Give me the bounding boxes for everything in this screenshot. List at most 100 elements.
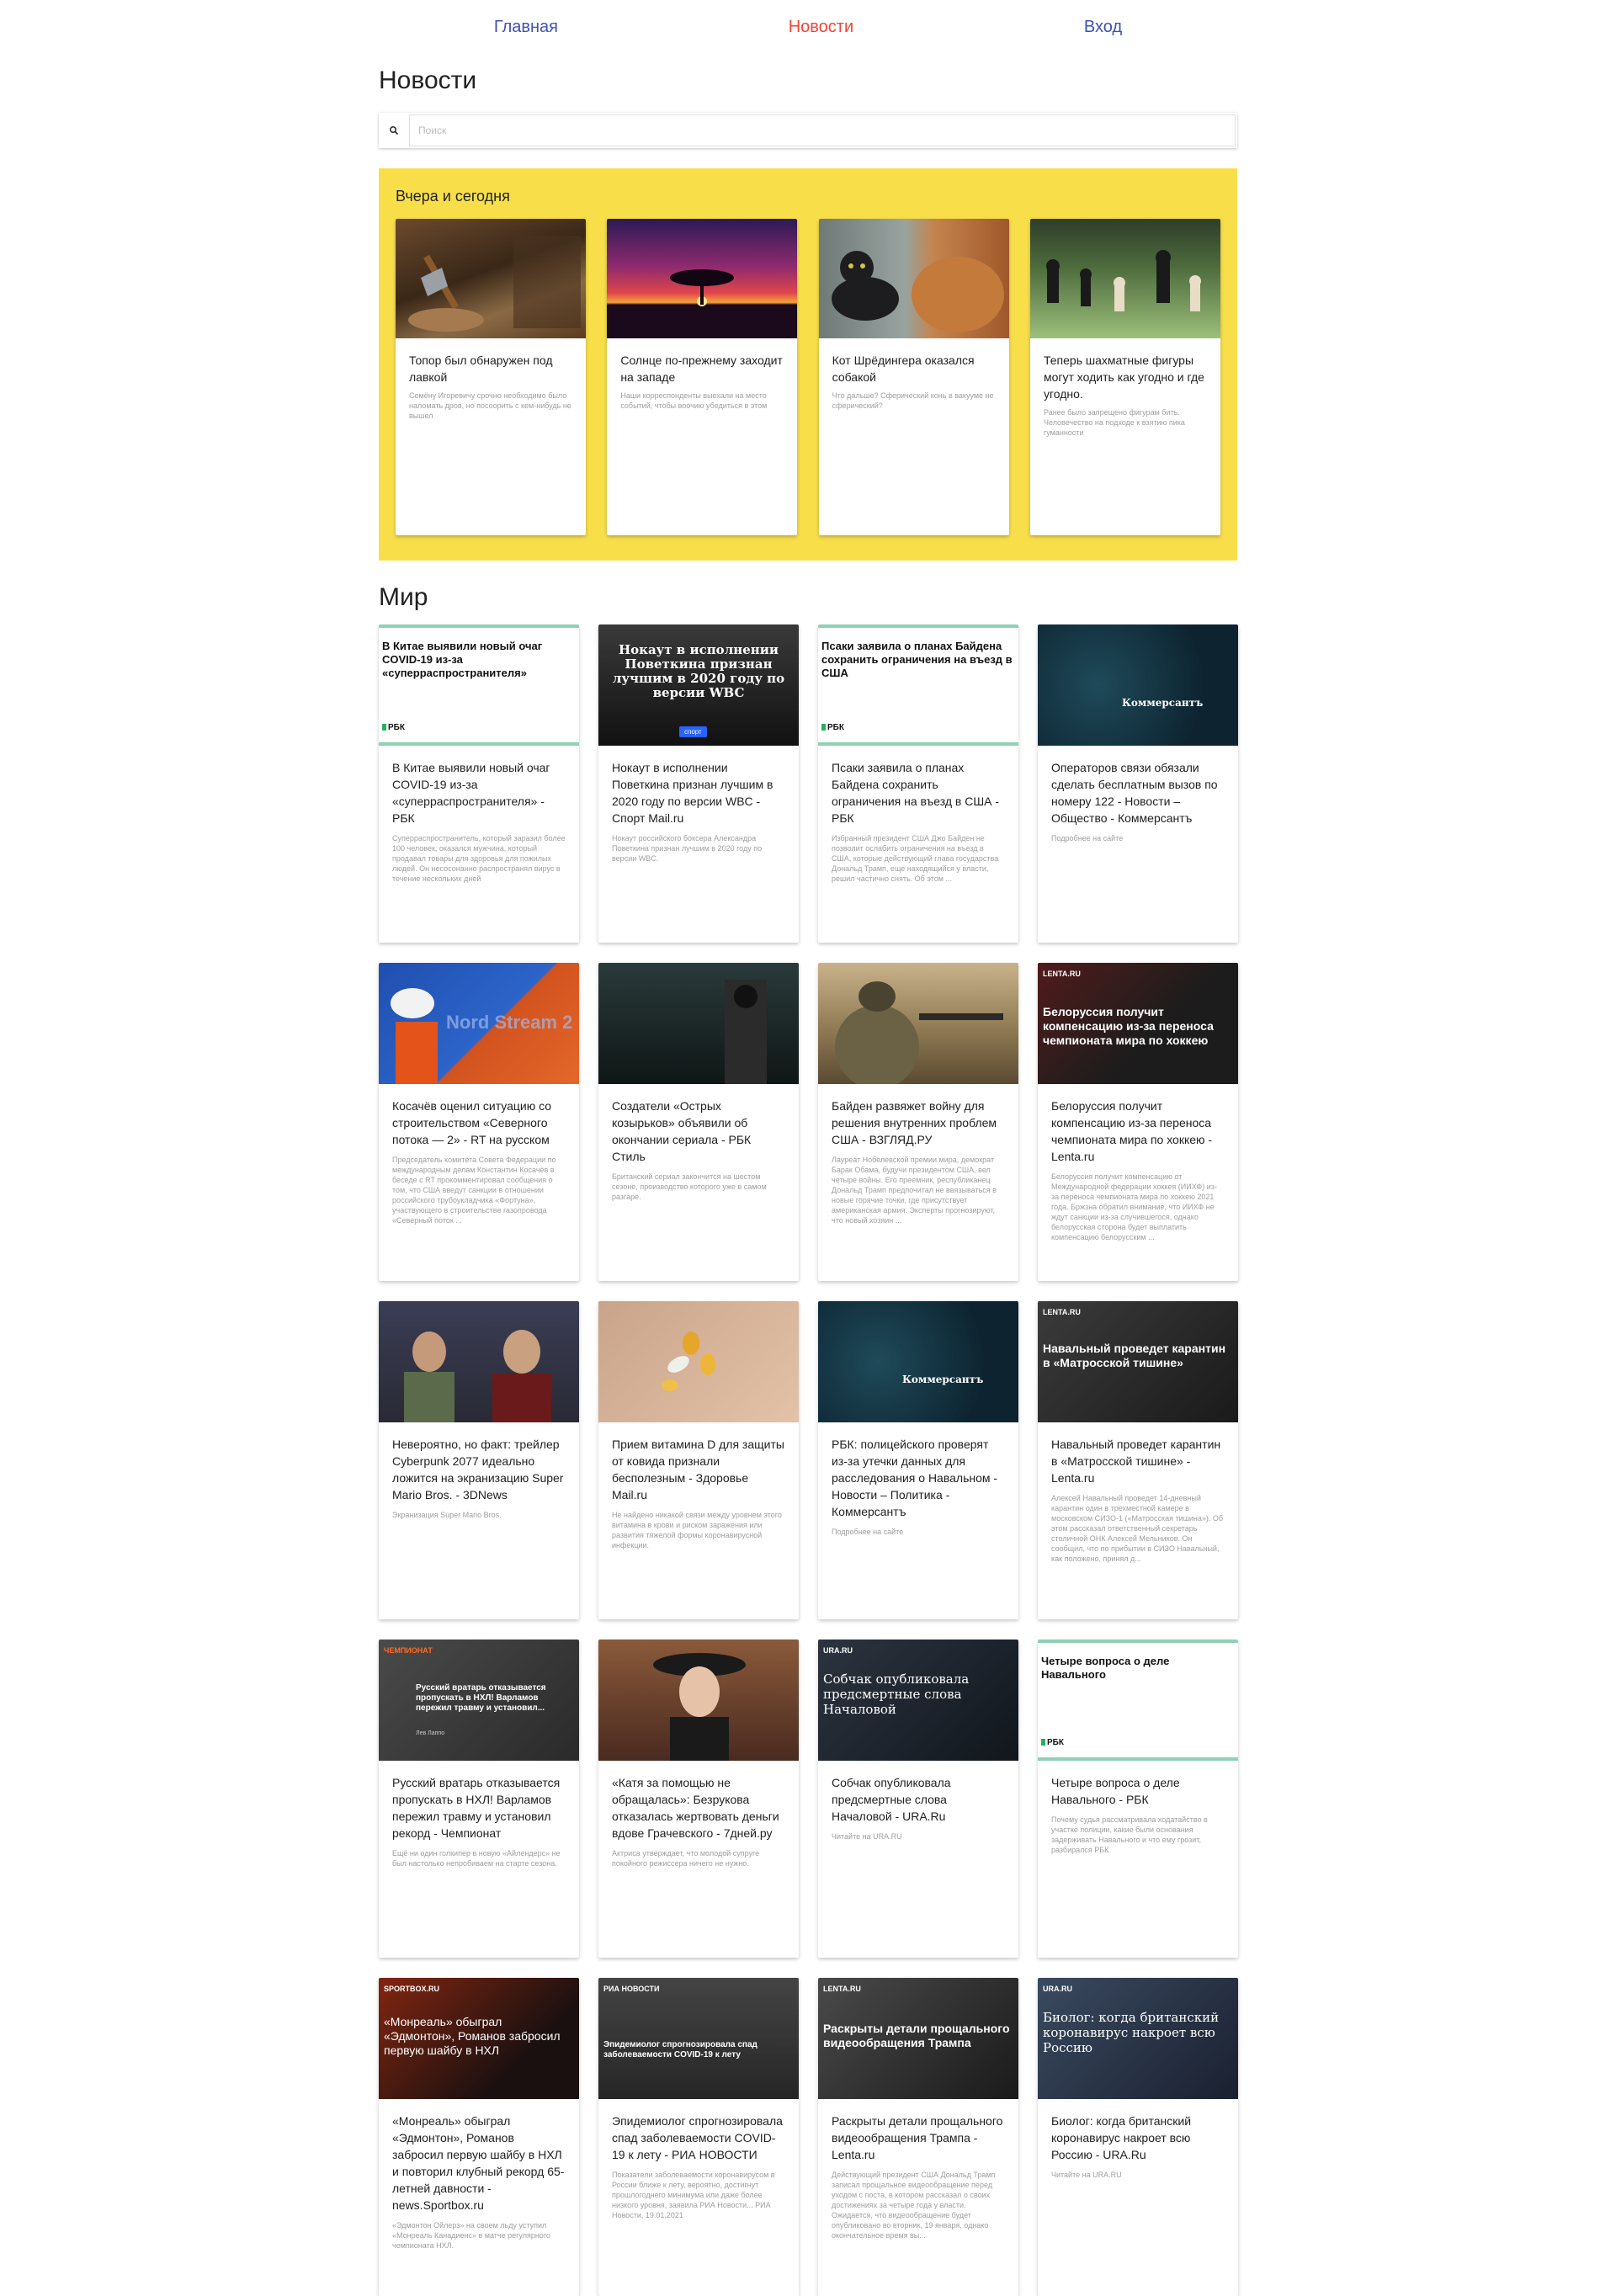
news-image: Коммерсантъ bbox=[818, 1301, 1018, 1422]
card-title: Биолог: когда британский коронавирус нак… bbox=[1051, 2114, 1192, 2161]
news-card[interactable]: Нокаут в исполнении Поветкина признан лу… bbox=[598, 624, 799, 943]
card-title: Прием витамина D для защиты от ковида пр… bbox=[612, 1438, 784, 1501]
news-card[interactable]: Коммерсантъ РБК: полицейского проверят и… bbox=[818, 1301, 1018, 1619]
news-card[interactable]: Коммерсантъ Операторов связи обязали сде… bbox=[1038, 624, 1238, 943]
image-headline: Биолог: когда британский коронавирус нак… bbox=[1043, 2010, 1220, 2055]
search-bar bbox=[379, 113, 1237, 148]
featured-section: Вчера и сегодня Топор был обнаружен под … bbox=[379, 168, 1237, 561]
chess-image bbox=[1029, 219, 1220, 338]
featured-card[interactable]: Топор был обнаружен под лавкой Семёну Иг… bbox=[396, 219, 586, 535]
news-image: URA.RU Собчак опубликовала предсмертные … bbox=[818, 1640, 1018, 1761]
card-desc: Почему судья рассматривала ходатайство в… bbox=[1051, 1815, 1208, 1854]
card-title: Русский вратарь отказывается пропускать … bbox=[392, 1776, 561, 1840]
card-desc: Алексей Навальный проведет 14-дневный ка… bbox=[1051, 1494, 1224, 1563]
search-input[interactable] bbox=[409, 114, 1236, 146]
search-icon[interactable] bbox=[379, 125, 409, 136]
card-title: Белоруссия получит компенсацию из-за пер… bbox=[1051, 1099, 1213, 1163]
card-desc: Подробнее на сайте bbox=[1051, 834, 1124, 842]
image-headline: В Китае выявили новый очаг COVID-19 из-з… bbox=[382, 640, 543, 679]
news-card[interactable]: URA.RU Собчак опубликовала предсмертные … bbox=[818, 1640, 1018, 1958]
news-card[interactable]: Прием витамина D для защиты от ковида пр… bbox=[598, 1301, 799, 1619]
card-desc: Нокаут российского боксера Александра По… bbox=[612, 834, 763, 863]
news-image: SPORTBOX.RU «Монреаль» обыграл «Эдмонтон… bbox=[379, 1978, 579, 2099]
card-desc: Ещё ни один голкипер в новую «Айлендерс»… bbox=[392, 1849, 561, 1868]
featured-card[interactable]: Кот Шрёдингера оказался собакой Что даль… bbox=[818, 219, 1009, 535]
top-nav: Главная Новости Вход bbox=[0, 0, 1616, 54]
kommersant-logo: Коммерсантъ bbox=[902, 1374, 984, 1385]
card-title: Кот Шрёдингера оказался собакой bbox=[832, 353, 975, 384]
lenta-logo: LENTA.RU bbox=[1043, 970, 1081, 978]
card-desc: Подробнее на сайте bbox=[832, 1528, 904, 1536]
world-heading: Мир bbox=[379, 583, 428, 611]
news-image bbox=[818, 963, 1018, 1084]
top-nav-inner: Главная Новости Вход bbox=[379, 13, 1237, 42]
card-desc: Лауреат Нобелевской премии мира, демокра… bbox=[832, 1156, 997, 1225]
ura-logo: URA.RU bbox=[823, 1646, 853, 1655]
news-card[interactable]: Nord Stream 2 Косачёв оценил ситуацию со… bbox=[379, 963, 579, 1281]
featured-card[interactable]: Теперь шахматные фигуры могут ходить как… bbox=[1029, 219, 1220, 535]
card-desc: Экранизация Super Mario Bros. bbox=[392, 1511, 502, 1519]
news-image: В Китае выявили новый очаг COVID-19 из-з… bbox=[379, 624, 579, 746]
nav-news-link[interactable]: Новости bbox=[772, 13, 870, 42]
card-title: Псаки заявила о планах Байдена сохранить… bbox=[832, 761, 1000, 825]
news-image: РИА НОВОСТИ Эпидемиолог спрогнозировала … bbox=[598, 1978, 799, 2099]
image-headline: Навальный проведет карантин в «Матросско… bbox=[1043, 1342, 1226, 1369]
card-title: Эпидемиолог спрогнозировала спад заболев… bbox=[612, 2114, 783, 2161]
card-title: Солнце по-прежнему заходит на западе bbox=[620, 353, 783, 384]
image-headline: Нокаут в исполнении Поветкина признан лу… bbox=[612, 642, 785, 700]
card-title: РБК: полицейского проверят из-за утечки … bbox=[832, 1438, 998, 1518]
news-card[interactable]: ЧЕМПИОНАТ Русский вратарь отказывается п… bbox=[379, 1640, 579, 1958]
image-caption: Nord Stream 2 bbox=[446, 1012, 573, 1033]
rbk-logo: РБК bbox=[1041, 1738, 1064, 1747]
card-desc: Семёну Игоревичу срочно необходимо было … bbox=[409, 391, 571, 420]
card-title: Косачёв оценил ситуацию со строительство… bbox=[392, 1099, 552, 1146]
card-title: Операторов связи обязали сделать бесплат… bbox=[1051, 761, 1218, 825]
card-desc: Читайте на URA.RU bbox=[832, 1832, 902, 1841]
news-card[interactable]: URA.RU Биолог: когда британский коронави… bbox=[1038, 1978, 1238, 2296]
news-image: Nord Stream 2 bbox=[379, 963, 579, 1084]
image-headline: Белоруссия получит компенсацию из-за пер… bbox=[1043, 1005, 1214, 1047]
nav-login-link[interactable]: Вход bbox=[1067, 13, 1139, 42]
news-card[interactable]: LENTA.RU Навальный проведет карантин в «… bbox=[1038, 1301, 1238, 1619]
news-image: LENTA.RU Белоруссия получит компенсацию … bbox=[1038, 963, 1238, 1084]
news-card[interactable]: РИА НОВОСТИ Эпидемиолог спрогнозировала … bbox=[598, 1978, 799, 2296]
news-image: Нокаут в исполнении Поветкина признан лу… bbox=[598, 624, 799, 746]
card-title: Создатели «Острых козырьков» объявили об… bbox=[612, 1099, 752, 1163]
card-title: «Катя за помощью не обращалась»: Безруко… bbox=[612, 1776, 779, 1840]
card-desc: Избранный президент США Джо Байден не по… bbox=[832, 834, 999, 883]
news-image bbox=[598, 963, 799, 1084]
card-title: В Китае выявили новый очаг COVID-19 из-з… bbox=[392, 761, 550, 825]
news-card[interactable]: Невероятно, но факт: трейлер Cyberpunk 2… bbox=[379, 1301, 579, 1619]
ria-logo: РИА НОВОСТИ bbox=[603, 1985, 660, 1993]
news-card[interactable]: Байден развяжет войну для решения внутре… bbox=[818, 963, 1018, 1281]
card-desc: Актриса утверждает, что молодой супруге … bbox=[612, 1849, 760, 1868]
card-desc: Белоруссия получит компенсацию от Междун… bbox=[1051, 1172, 1217, 1241]
news-card[interactable]: Создатели «Острых козырьков» объявили об… bbox=[598, 963, 799, 1281]
image-headline: «Монреаль» обыграл «Эдмонтон», Романов з… bbox=[384, 2015, 561, 2057]
news-card[interactable]: SPORTBOX.RU «Монреаль» обыграл «Эдмонтон… bbox=[379, 1978, 579, 2296]
news-image bbox=[598, 1640, 799, 1761]
card-desc: Суперраспространитель, который заразил б… bbox=[392, 834, 566, 883]
card-desc: Показатели заболеваемости коронавирусом … bbox=[612, 2171, 775, 2219]
featured-card[interactable]: Солнце по-прежнему заходит на западе Наш… bbox=[607, 219, 798, 535]
news-card[interactable]: В Китае выявили новый очаг COVID-19 из-з… bbox=[379, 624, 579, 943]
news-card[interactable]: LENTA.RU Раскрыты детали прощального вид… bbox=[818, 1978, 1018, 2296]
image-headline: Раскрыты детали прощального видеообращен… bbox=[823, 2022, 1010, 2049]
news-card[interactable]: Четыре вопроса о деле Навального РБК Чет… bbox=[1038, 1640, 1238, 1958]
news-card[interactable]: «Катя за помощью не обращалась»: Безруко… bbox=[598, 1640, 799, 1958]
nav-home-link[interactable]: Главная bbox=[477, 13, 575, 42]
image-headline: Псаки заявила о планах Байдена сохранить… bbox=[821, 640, 1013, 679]
news-image: Псаки заявила о планах Байдена сохранить… bbox=[818, 624, 1018, 746]
news-card[interactable]: Псаки заявила о планах Байдена сохранить… bbox=[818, 624, 1018, 943]
news-card[interactable]: LENTA.RU Белоруссия получит компенсацию … bbox=[1038, 963, 1238, 1281]
card-desc: Председатель комитета Совета Федерации п… bbox=[392, 1156, 556, 1225]
card-desc: Читайте на URA.RU bbox=[1051, 2171, 1122, 2179]
card-title: Байден развяжет войну для решения внутре… bbox=[832, 1099, 997, 1146]
featured-heading: Вчера и сегодня bbox=[396, 188, 510, 205]
featured-row: Топор был обнаружен под лавкой Семёну Иг… bbox=[396, 219, 1220, 535]
card-title: Собчак опубликовала предсмертные слова Н… bbox=[832, 1776, 951, 1823]
chempionat-logo: ЧЕМПИОНАТ bbox=[384, 1646, 433, 1655]
card-title: Невероятно, но факт: трейлер Cyberpunk 2… bbox=[392, 1438, 564, 1501]
card-title: Теперь шахматные фигуры могут ходить как… bbox=[1043, 353, 1204, 401]
page-title: Новости bbox=[379, 66, 477, 94]
